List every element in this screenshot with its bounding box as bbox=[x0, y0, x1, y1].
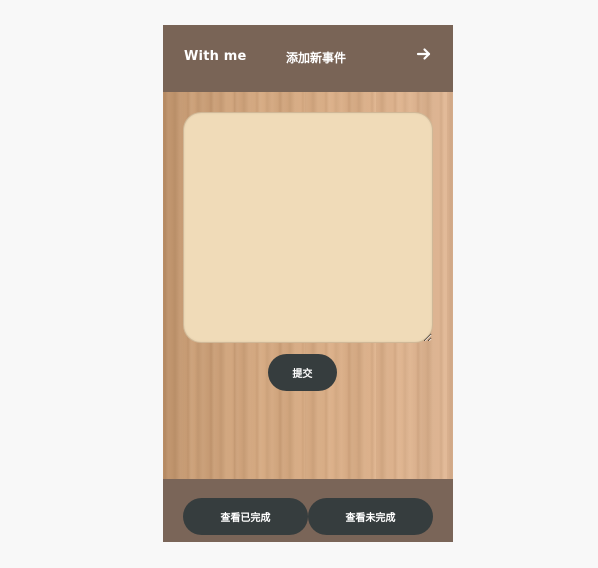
top-bar: With me 添加新事件 bbox=[163, 25, 453, 92]
event-textarea[interactable] bbox=[183, 112, 433, 343]
arrow-right-icon[interactable] bbox=[416, 46, 432, 62]
wood-background: 提交 bbox=[163, 92, 453, 479]
bottom-bar: 查看已完成 查看未完成 bbox=[163, 479, 453, 542]
app-window: With me 添加新事件 提交 查看已完成 查看未完成 bbox=[163, 25, 453, 542]
page-title: 添加新事件 bbox=[285, 51, 346, 65]
view-incomplete-button[interactable]: 查看未完成 bbox=[308, 498, 433, 535]
submit-button[interactable]: 提交 bbox=[268, 354, 337, 391]
view-completed-button[interactable]: 查看已完成 bbox=[183, 498, 308, 535]
